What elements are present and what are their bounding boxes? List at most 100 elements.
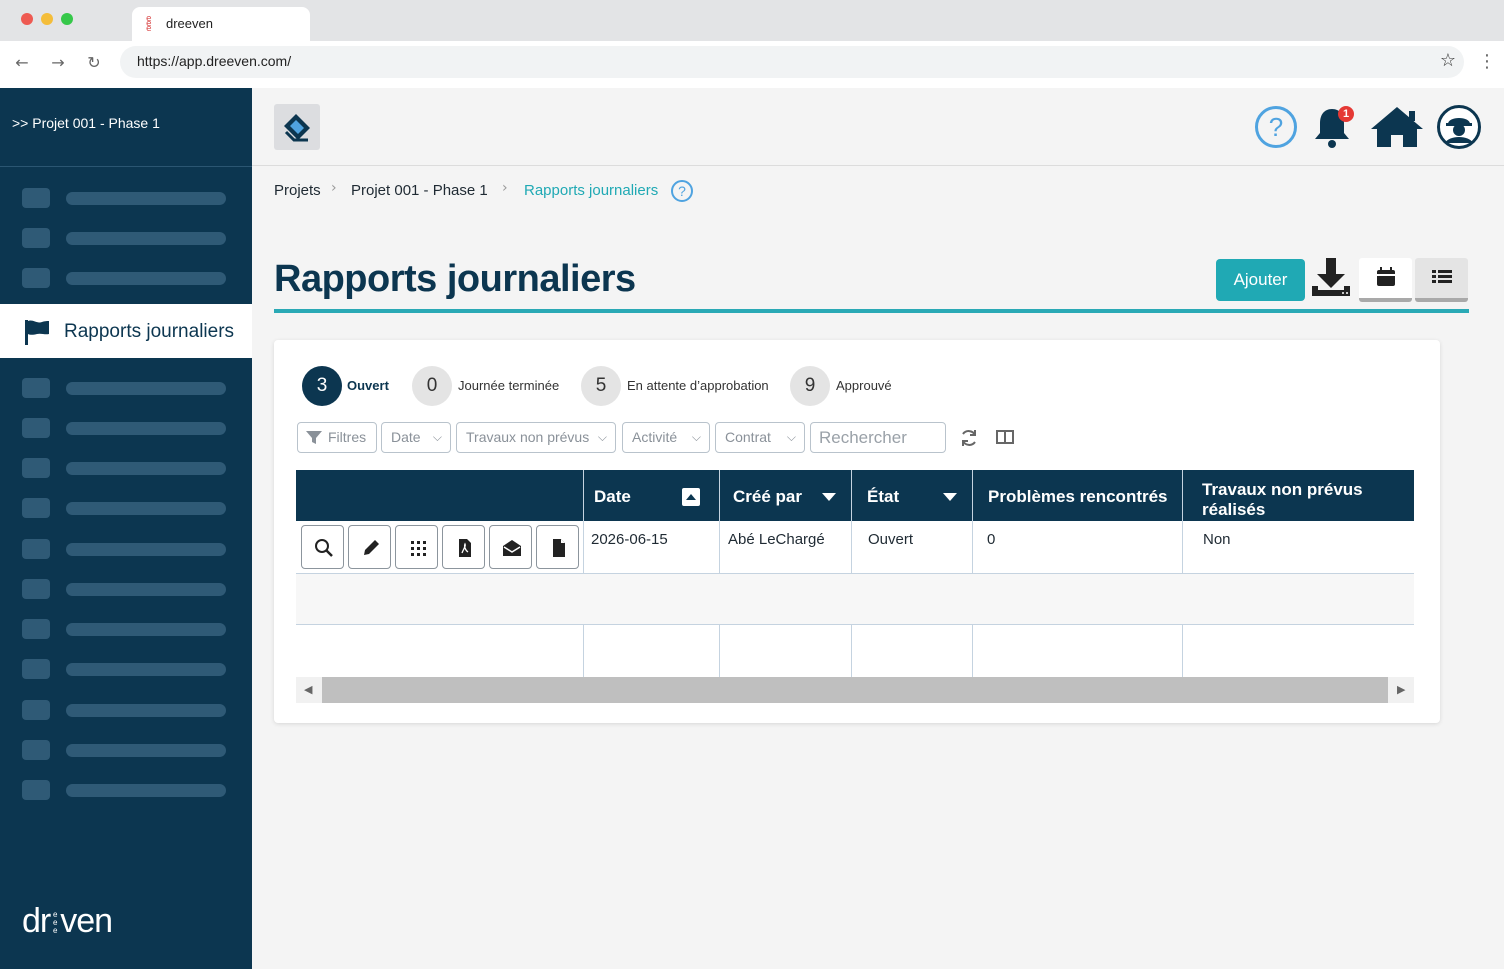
table-row-empty [296, 574, 1414, 624]
grid-dots-icon [411, 541, 426, 556]
home-icon[interactable] [1369, 105, 1425, 149]
download-icon[interactable] [1310, 256, 1352, 300]
date-filter-label: Date [391, 429, 421, 445]
title-underline [274, 309, 1469, 313]
sidebar-item-placeholder[interactable] [22, 268, 226, 288]
reload-icon[interactable]: ↻ [84, 53, 104, 73]
url-text: https://app.dreeven.com/ [137, 53, 292, 69]
scroll-right-icon[interactable]: ▶ [1397, 683, 1405, 696]
chevron-down-icon: ⌵ [786, 430, 796, 444]
row-divider [296, 624, 1414, 625]
add-button[interactable]: Ajouter [1216, 259, 1305, 301]
maximize-window-button[interactable] [61, 13, 73, 25]
breadcrumb-current: Rapports journaliers [524, 182, 659, 199]
breadcrumb: Projets › Projet 001 - Phase 1 › Rapport… [252, 167, 1504, 222]
refresh-icon[interactable] [959, 428, 979, 448]
sidebar-divider [0, 166, 252, 167]
browser-menu-icon[interactable]: ⋮ [1478, 51, 1496, 72]
document-button[interactable] [536, 525, 579, 569]
filters-button[interactable]: Filtres [297, 422, 377, 453]
sidebar-project-link[interactable]: >> Projet 001 - Phase 1 [12, 115, 160, 131]
columns-icon[interactable] [996, 429, 1014, 445]
sort-ascending-icon[interactable] [682, 488, 700, 506]
chevron-down-icon: ⌵ [597, 430, 607, 444]
caret-down-icon[interactable] [821, 492, 837, 502]
more-options-button[interactable] [395, 525, 438, 569]
list-view-button[interactable] [1415, 258, 1468, 302]
sidebar-item-placeholder[interactable] [22, 188, 226, 208]
bookmark-star-icon[interactable]: ☆ [1440, 50, 1456, 71]
contrat-filter-label: Contrat [725, 429, 771, 445]
travaux-filter-dropdown[interactable]: Travaux non prévus ⌵ [456, 422, 616, 453]
forward-arrow-icon[interactable]: → [48, 53, 68, 73]
sidebar-item-placeholder[interactable] [22, 418, 226, 438]
sidebar-item-label: Rapports journaliers [64, 321, 235, 342]
sidebar-item-placeholder[interactable] [22, 740, 226, 760]
email-button[interactable] [489, 525, 532, 569]
sidebar-item-placeholder[interactable] [22, 780, 226, 800]
cell-problemes: 0 [987, 531, 996, 548]
breadcrumb-project[interactable]: Projet 001 - Phase 1 [351, 182, 488, 199]
favicon-icon: eee [146, 14, 152, 34]
column-header-date[interactable]: Date [584, 470, 719, 521]
sidebar-item-placeholder[interactable] [22, 378, 226, 398]
help-icon[interactable]: ? [1254, 105, 1298, 149]
date-filter-dropdown[interactable]: Date ⌵ [381, 422, 451, 453]
sidebar-item-placeholder[interactable] [22, 228, 226, 248]
chevron-right-icon: › [331, 180, 337, 196]
sidebar-item-placeholder[interactable] [22, 700, 226, 720]
sidebar-item-placeholder[interactable] [22, 619, 226, 639]
column-header-travaux[interactable]: Travaux non prévus réalisés [1183, 470, 1414, 521]
column-header-problemes[interactable]: Problèmes rencontrés [973, 470, 1182, 521]
address-bar[interactable]: https://app.dreeven.com/ ☆ [120, 46, 1464, 78]
activite-filter-dropdown[interactable]: Activité ⌵ [622, 422, 710, 453]
breadcrumb-help-icon[interactable]: ? [671, 180, 693, 202]
browser-tab[interactable]: eee dreeven [132, 7, 310, 41]
sidebar-item-placeholder[interactable] [22, 579, 226, 599]
status-label: Journée terminée [458, 378, 560, 393]
sidebar-item-placeholder[interactable] [22, 539, 226, 559]
status-label: Ouvert [347, 378, 389, 393]
main-content: Rapports journaliers Ajouter 3 Ouvert 0 … [252, 222, 1504, 969]
sidebar-item-placeholder[interactable] [22, 498, 226, 518]
pdf-export-button[interactable] [442, 525, 485, 569]
app-logo-icon [284, 114, 310, 142]
close-window-button[interactable] [21, 13, 33, 25]
search-input[interactable]: Rechercher [810, 422, 946, 453]
horizontal-scrollbar[interactable]: ◀ ▶ [296, 677, 1414, 703]
status-count: 5 [581, 366, 621, 406]
list-icon [1432, 270, 1452, 283]
calendar-view-button[interactable] [1359, 258, 1412, 302]
status-label: Approuvé [836, 378, 892, 393]
browser-toolbar: ← → ↻ https://app.dreeven.com/ ☆ ⋮ [0, 41, 1504, 88]
app-logo[interactable] [274, 104, 320, 150]
column-header-etat[interactable]: État [852, 470, 972, 521]
filters-label: Filtres [328, 429, 367, 445]
minimize-window-button[interactable] [41, 13, 53, 25]
scrollbar-thumb[interactable] [322, 677, 1388, 703]
column-header-cree-par[interactable]: Créé par [720, 470, 851, 521]
file-icon [553, 539, 565, 557]
table-header: Date Créé par État Problèmes rencontrés … [296, 470, 1414, 521]
sidebar-item-placeholder[interactable] [22, 659, 226, 679]
cell-date: 2026-06-15 [591, 531, 668, 548]
breadcrumb-projets[interactable]: Projets [274, 182, 321, 199]
view-button[interactable] [301, 525, 344, 569]
cell-travaux: Non [1203, 531, 1231, 548]
scroll-left-icon[interactable]: ◀ [304, 683, 312, 696]
svg-text:?: ? [1269, 112, 1283, 142]
chevron-down-icon: ⌵ [691, 430, 701, 444]
back-arrow-icon[interactable]: ← [12, 53, 32, 73]
status-label: En attente d’approbation [627, 378, 769, 393]
sidebar-item-rapports-journaliers[interactable]: Rapports journaliers [0, 304, 252, 358]
edit-button[interactable] [348, 525, 391, 569]
envelope-open-icon [503, 540, 521, 556]
pdf-file-icon [459, 539, 471, 557]
contrat-filter-dropdown[interactable]: Contrat ⌵ [715, 422, 805, 453]
sidebar-item-placeholder[interactable] [22, 458, 226, 478]
user-avatar-icon[interactable] [1437, 105, 1481, 149]
caret-down-icon[interactable] [942, 492, 958, 502]
flag-icon [25, 320, 49, 345]
page-title: Rapports journaliers [274, 258, 636, 300]
pencil-icon [364, 540, 379, 555]
